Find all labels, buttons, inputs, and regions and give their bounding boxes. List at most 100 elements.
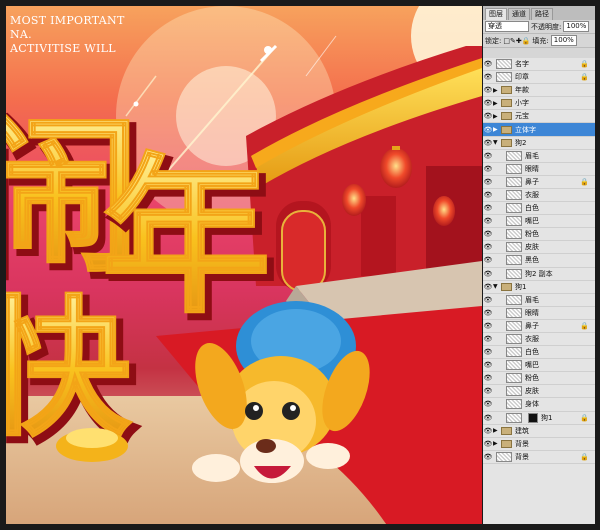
canvas-artwork: 闹 闹 年 年 快 快 [6,6,482,524]
visibility-eye-icon[interactable]: 👁 [483,270,493,278]
layer-name: 狗2 [515,138,527,147]
layer-thumbnail [506,163,522,174]
layer-row[interactable]: 👁 身体 [483,398,595,412]
layer-row[interactable]: 👁 背景 🔒 [483,451,595,464]
fill-input[interactable]: 100% [550,35,577,46]
layer-row[interactable]: 👁 眼睛 [483,307,595,320]
expand-arrow-icon[interactable]: ▶ [493,427,499,434]
layer-group-row[interactable]: 👁 ▶ 元宝 [483,110,595,124]
layer-row[interactable]: 👁 鼻子 🔒 [483,176,595,189]
folder-icon [501,86,512,95]
expand-arrow-icon[interactable]: ▶ [493,113,499,120]
tab-channels[interactable]: 通道 [508,8,530,20]
lock-icon: 🔒 [580,60,589,69]
visibility-eye-icon[interactable]: 👁 [483,309,493,317]
visibility-eye-icon[interactable]: 👁 [483,296,493,304]
layer-row[interactable]: 👁 白色 [483,202,595,216]
layer-row[interactable]: 👁 皮肤 [483,385,595,399]
visibility-eye-icon[interactable]: 👁 [483,165,493,173]
layer-row[interactable]: 👁 皮肤 [483,241,595,255]
expand-arrow-icon[interactable]: ▶ [493,87,499,94]
visibility-eye-icon[interactable]: 👁 [483,99,493,107]
layer-row[interactable]: 👁 印章 🔒 [483,71,595,85]
expand-arrow-icon[interactable]: ▼ [493,283,499,290]
layer-group-row[interactable]: 👁 ▼ 狗2 [483,137,595,150]
visibility-eye-icon[interactable]: 👁 [483,440,493,448]
layer-mask-thumbnail[interactable] [528,412,538,423]
layer-row[interactable]: 👁 眼睛 [483,163,595,176]
visibility-eye-icon[interactable]: 👁 [483,230,493,238]
layer-group-row[interactable]: 👁 ▶ 建筑 [483,425,595,438]
lock-icon: 🔒 [580,321,589,330]
folder-icon [501,99,512,108]
layer-thumbnail [506,189,522,200]
tab-layers[interactable]: 图层 [485,8,507,20]
visibility-eye-icon[interactable]: 👁 [483,139,493,147]
opacity-input[interactable]: 100% [563,21,590,32]
layer-row[interactable]: 👁 衣服 [483,189,595,203]
tab-paths[interactable]: 路径 [531,8,553,20]
visibility-eye-icon[interactable]: 👁 [483,427,493,435]
layer-name: 粉色 [525,374,539,383]
visibility-eye-icon[interactable]: 👁 [483,400,493,408]
layer-group-row[interactable]: 👁 ▶ 立体字 [483,123,595,137]
layer-name: 眼睛 [525,308,539,317]
visibility-eye-icon[interactable]: 👁 [483,191,493,199]
layer-row[interactable]: 👁 狗2 副本 [483,268,595,281]
layer-row[interactable]: 👁 鼻子 🔒 [483,320,595,333]
visibility-eye-icon[interactable]: 👁 [483,414,493,422]
expand-arrow-icon[interactable]: ▶ [493,126,499,133]
layer-row[interactable]: 👁 白色 [483,346,595,360]
svg-text:快: 快 [6,283,132,457]
layer-thumbnail [506,399,522,410]
layer-row[interactable]: 👁 粉色 [483,228,595,242]
layer-row[interactable]: 👁 眉毛 [483,294,595,307]
visibility-eye-icon[interactable]: 👁 [483,178,493,186]
layer-name: 衣服 [525,335,539,344]
visibility-eye-icon[interactable]: 👁 [483,453,493,461]
opacity-label: 不透明度: [531,22,562,31]
visibility-eye-icon[interactable]: 👁 [483,335,493,343]
visibility-eye-icon[interactable]: 👁 [483,256,493,264]
visibility-eye-icon[interactable]: 👁 [483,322,493,330]
visibility-eye-icon[interactable]: 👁 [483,361,493,369]
layer-thumbnail [506,347,522,358]
blend-mode-select[interactable]: 穿透 [485,21,529,32]
layer-row[interactable]: 👁 黑色 [483,254,595,268]
layers-list: 👁 名字 🔒 👁 印章 🔒 👁 ▶ 年款 👁 ▶ 小字 👁 ▶ 元宝 👁 ▶ 立体字 👁 ▼ 狗2 👁 眉毛 👁 眼睛 👁 鼻子 🔒 👁… [483,58,595,524]
visibility-eye-icon[interactable]: 👁 [483,112,493,120]
layer-name: 黑色 [525,256,539,265]
lock-icons[interactable]: □✎✚🔒 [503,37,530,45]
layer-group-row[interactable]: 👁 ▶ 年款 [483,84,595,98]
layer-row[interactable]: 👁 眉毛 [483,150,595,163]
expand-arrow-icon[interactable]: ▼ [493,139,499,146]
visibility-eye-icon[interactable]: 👁 [483,73,493,81]
visibility-eye-icon[interactable]: 👁 [483,86,493,94]
layer-name: 皮肤 [525,387,539,396]
layer-thumbnail [506,294,522,305]
layer-row[interactable]: 👁 嘴巴 [483,359,595,373]
layer-group-row[interactable]: 👁 ▼ 狗1 [483,281,595,294]
layer-group-row[interactable]: 👁 ▶ 背景 [483,438,595,451]
visibility-eye-icon[interactable]: 👁 [483,387,493,395]
document-canvas[interactable]: 闹 闹 年 年 快 快 MOST IMPORTANT NA. ACTIVITIS… [6,6,482,524]
folder-icon [501,138,512,147]
layer-thumbnail [506,334,522,345]
visibility-eye-icon[interactable]: 👁 [483,152,493,160]
layer-group-row[interactable]: 👁 ▶ 小字 [483,97,595,111]
layer-row[interactable]: 👁 狗1 🔒 [483,412,595,425]
visibility-eye-icon[interactable]: 👁 [483,243,493,251]
visibility-eye-icon[interactable]: 👁 [483,374,493,382]
visibility-eye-icon[interactable]: 👁 [483,204,493,212]
expand-arrow-icon[interactable]: ▶ [493,100,499,107]
layer-row[interactable]: 👁 粉色 [483,372,595,386]
visibility-eye-icon[interactable]: 👁 [483,126,493,134]
layer-row[interactable]: 👁 嘴巴 [483,215,595,229]
expand-arrow-icon[interactable]: ▶ [493,440,499,447]
visibility-eye-icon[interactable]: 👁 [483,348,493,356]
visibility-eye-icon[interactable]: 👁 [483,283,493,291]
visibility-eye-icon[interactable]: 👁 [483,217,493,225]
layer-row[interactable]: 👁 衣服 [483,333,595,347]
layer-row[interactable]: 👁 名字 🔒 [483,58,595,72]
visibility-eye-icon[interactable]: 👁 [483,60,493,68]
